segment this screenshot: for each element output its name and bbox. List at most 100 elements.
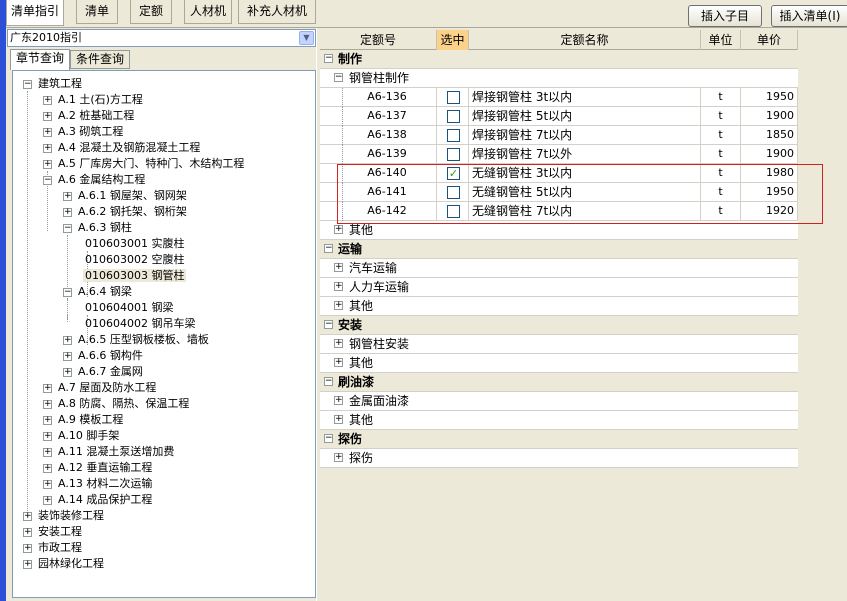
expand-icon[interactable]: + xyxy=(63,351,72,361)
collapse-icon[interactable]: − xyxy=(324,434,333,443)
tree-node[interactable]: + 市政工程 xyxy=(23,540,84,556)
expand-icon[interactable]: + xyxy=(43,463,52,473)
tab-condition-query[interactable]: 条件查询 xyxy=(70,50,130,69)
tree-node[interactable]: − A.6.4 钢梁 xyxy=(63,284,134,300)
chapter-tree[interactable]: − 建筑工程 + A.1 土(石)方工程 + A.2 桩基础工程 + A.3 砌筑工程 + A.4… xyxy=(12,70,316,598)
tab-quota[interactable]: 定额 xyxy=(130,0,172,24)
subgroup-row[interactable]: + 其他 xyxy=(320,354,798,373)
select-checkbox[interactable] xyxy=(447,148,460,161)
tree-node[interactable]: + A.7 屋面及防水工程 xyxy=(43,380,158,396)
expand-icon[interactable]: + xyxy=(63,367,72,377)
expand-icon[interactable]: + xyxy=(334,263,343,272)
tree-node[interactable]: + A.12 垂直运输工程 xyxy=(43,460,154,476)
chevron-down-icon[interactable]: ▼ xyxy=(299,31,314,45)
expand-icon[interactable]: + xyxy=(43,495,52,505)
tree-node[interactable]: − 建筑工程 xyxy=(23,76,84,92)
expand-icon[interactable]: + xyxy=(43,383,52,393)
tree-node[interactable]: + 装饰装修工程 xyxy=(23,508,106,524)
tree-node[interactable]: 010603003 钢管柱 xyxy=(83,268,187,284)
subgroup-row[interactable]: + 钢管柱安装 xyxy=(320,335,798,354)
tree-node[interactable]: + A.14 成品保护工程 xyxy=(43,492,154,508)
tree-node[interactable]: − A.6.3 钢柱 xyxy=(63,220,134,236)
expand-icon[interactable]: + xyxy=(334,415,343,424)
tree-node[interactable]: + A.9 模板工程 xyxy=(43,412,125,428)
subgroup-row[interactable]: + 其他 xyxy=(320,411,798,430)
tab-supplementary-lmm[interactable]: 补充人材机 xyxy=(238,0,316,24)
tree-node[interactable]: + A.8 防腐、隔热、保温工程 xyxy=(43,396,191,412)
collapse-icon[interactable]: − xyxy=(324,244,333,253)
tree-node[interactable]: + A.6.7 金属网 xyxy=(63,364,145,380)
expand-icon[interactable]: + xyxy=(334,301,343,310)
tree-node[interactable]: + A.6.6 钢构件 xyxy=(63,348,145,364)
header-price[interactable]: 单价 xyxy=(741,30,798,50)
expand-icon[interactable]: + xyxy=(43,399,52,409)
expand-icon[interactable]: + xyxy=(23,511,32,521)
expand-icon[interactable]: + xyxy=(334,396,343,405)
select-checkbox[interactable] xyxy=(447,110,460,123)
tree-node[interactable]: + 园林绿化工程 xyxy=(23,556,106,572)
group-row[interactable]: − 运输 xyxy=(320,240,798,259)
expand-icon[interactable]: + xyxy=(334,453,343,462)
expand-icon[interactable]: + xyxy=(23,527,32,537)
group-row[interactable]: − 探伤 xyxy=(320,430,798,449)
group-row[interactable]: − 刷油漆 xyxy=(320,373,798,392)
tree-node[interactable]: + A.6.5 压型钢板楼板、墙板 xyxy=(63,332,211,348)
expand-icon[interactable]: + xyxy=(334,358,343,367)
tree-node[interactable]: + A.2 桩基础工程 xyxy=(43,108,136,124)
table-row[interactable]: A6-138 焊接钢管柱 7t以内 t 1850 xyxy=(320,126,798,145)
table-row[interactable]: A6-137 焊接钢管柱 5t以内 t 1900 xyxy=(320,107,798,126)
tree-node[interactable]: + A.1 土(石)方工程 xyxy=(43,92,145,108)
expand-icon[interactable]: + xyxy=(334,225,343,234)
subgroup-row[interactable]: + 人力车运输 xyxy=(320,278,798,297)
expand-icon[interactable]: + xyxy=(43,127,52,137)
tab-list-guide[interactable]: 清单指引 xyxy=(6,0,64,26)
tree-node[interactable]: 010603001 实腹柱 xyxy=(83,236,186,252)
subgroup-row[interactable]: + 探伤 xyxy=(320,449,798,468)
tab-list[interactable]: 清单 xyxy=(76,0,118,24)
collapse-icon[interactable]: − xyxy=(63,223,72,233)
expand-icon[interactable]: + xyxy=(43,431,52,441)
collapse-icon[interactable]: − xyxy=(334,73,343,82)
tree-node[interactable]: 010603002 空腹柱 xyxy=(83,252,186,268)
tree-node[interactable]: + A.11 混凝土泵送增加费 xyxy=(43,444,176,460)
insert-child-button[interactable]: 插入子目 xyxy=(688,5,762,27)
subgroup-row[interactable]: − 钢管柱制作 xyxy=(320,69,798,88)
table-row[interactable]: A6-136 焊接钢管柱 3t以内 t 1950 xyxy=(320,88,798,107)
expand-icon[interactable]: + xyxy=(63,191,72,201)
tab-labor-material-machine[interactable]: 人材机 xyxy=(184,0,232,24)
expand-icon[interactable]: + xyxy=(334,339,343,348)
table-row[interactable]: A6-139 焊接钢管柱 7t以外 t 1900 xyxy=(320,145,798,164)
select-checkbox[interactable] xyxy=(447,129,460,142)
collapse-icon[interactable]: − xyxy=(23,79,32,89)
expand-icon[interactable]: + xyxy=(334,282,343,291)
header-quota-code[interactable]: 定额号 xyxy=(320,30,437,50)
collapse-icon[interactable]: − xyxy=(324,320,333,329)
group-row[interactable]: − 制作 xyxy=(320,50,798,69)
expand-icon[interactable]: + xyxy=(63,207,72,217)
expand-icon[interactable]: + xyxy=(43,111,52,121)
collapse-icon[interactable]: − xyxy=(324,377,333,386)
tab-chapter-query[interactable]: 章节查询 xyxy=(10,49,70,70)
subgroup-row[interactable]: + 汽车运输 xyxy=(320,259,798,278)
expand-icon[interactable]: + xyxy=(43,479,52,489)
tree-node[interactable]: + 安装工程 xyxy=(23,524,84,540)
insert-list-button[interactable]: 插入清单(I) xyxy=(771,5,847,27)
header-selected[interactable]: 选中 xyxy=(437,30,469,50)
tree-node[interactable]: + A.10 脚手架 xyxy=(43,428,121,444)
tree-node[interactable]: + A.3 砌筑工程 xyxy=(43,124,125,140)
header-unit[interactable]: 单位 xyxy=(701,30,741,50)
header-quota-name[interactable]: 定额名称 xyxy=(469,30,701,50)
expand-icon[interactable]: + xyxy=(43,447,52,457)
tree-node[interactable]: + A.4 混凝土及钢筋混凝土工程 xyxy=(43,140,202,156)
collapse-icon[interactable]: − xyxy=(43,175,52,185)
expand-icon[interactable]: + xyxy=(63,335,72,345)
tree-node[interactable]: + A.13 材料二次运输 xyxy=(43,476,154,492)
subgroup-row[interactable]: + 金属面油漆 xyxy=(320,392,798,411)
guide-select[interactable]: 广东2010指引 ▼ xyxy=(7,29,316,47)
tree-node[interactable]: + A.6.2 钢托架、钢桁架 xyxy=(63,204,189,220)
group-row[interactable]: − 安装 xyxy=(320,316,798,335)
collapse-icon[interactable]: − xyxy=(324,54,333,63)
tree-node[interactable]: 010604002 钢吊车梁 xyxy=(83,316,197,332)
subgroup-row[interactable]: + 其他 xyxy=(320,297,798,316)
collapse-icon[interactable]: − xyxy=(63,287,72,297)
